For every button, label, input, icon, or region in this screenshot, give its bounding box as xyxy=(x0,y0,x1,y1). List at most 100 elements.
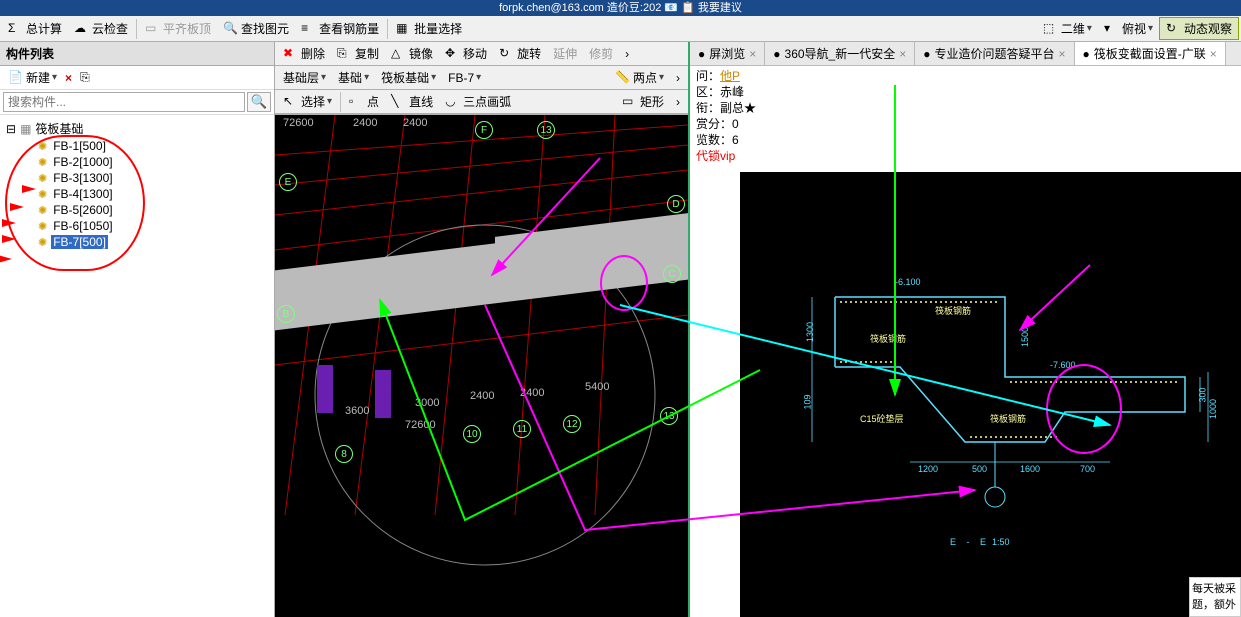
post-meta: 问：他P 区：赤峰 衔：副总★ 赏分：0 览数：6 代锁vip xyxy=(690,66,1241,166)
new-button[interactable]: 📄新建 xyxy=(4,68,61,87)
point-icon: ▫ xyxy=(349,94,365,110)
annotation-arrow xyxy=(10,203,24,211)
sigma-icon: Σ xyxy=(8,21,24,37)
rotate-button[interactable]: ↻旋转 xyxy=(493,43,547,64)
chevron-icon: › xyxy=(625,47,629,61)
minus-icon: ⊟ xyxy=(6,122,16,136)
calc-label: 总计算 xyxy=(26,20,62,37)
annotation-arrow xyxy=(22,185,36,193)
batch-select-button[interactable]: ▦批量选择 xyxy=(390,18,468,39)
tree-item[interactable]: ✺ FB-6[1050] xyxy=(6,218,268,234)
annotation-arrow xyxy=(0,255,12,263)
tree-item[interactable]: ✺ FB-3[1300] xyxy=(6,170,268,186)
move-button[interactable]: ✥移动 xyxy=(439,43,493,64)
tree-item[interactable]: ✺ FB-7[500] xyxy=(6,234,268,250)
orbit-icon: ↻ xyxy=(1166,21,1182,37)
find-elem-button[interactable]: 🔍查找图元 xyxy=(217,18,295,39)
view-rebar-button[interactable]: ≡查看钢筋量 xyxy=(295,18,385,39)
annotation-oval xyxy=(600,255,648,311)
slab-icon: ▭ xyxy=(145,21,161,37)
dynamic-observe-button[interactable]: ↻动态观察 xyxy=(1159,17,1239,40)
eye-icon: ▾ xyxy=(1104,21,1120,37)
floor-dropdown[interactable]: 基础层 xyxy=(277,67,332,88)
3d-viewport[interactable]: 72600 2400 2400 F 13 E D C B 3600 3000 2… xyxy=(275,115,688,617)
rect-button[interactable]: ▭矩形 xyxy=(616,91,670,112)
cloud-icon: ☁ xyxy=(74,21,90,37)
sub-dropdown[interactable]: 筏板基础 xyxy=(375,67,442,88)
copy-button[interactable]: ⎘ xyxy=(76,69,94,86)
search-go-button[interactable]: 🔍 xyxy=(247,92,271,112)
component-icon: ✺ xyxy=(38,220,47,233)
component-tree[interactable]: ⊟ ▦ 筏板基础 ✺FB-1[500]✺FB-2[1000]✺FB-3[1300… xyxy=(0,115,274,254)
close-icon: × xyxy=(65,71,72,85)
component-icon: ✺ xyxy=(38,172,47,185)
new-icon: 📄 xyxy=(8,70,24,86)
close-icon[interactable]: × xyxy=(749,47,756,61)
panel-toolbar: 📄新建 × ⎘ xyxy=(0,66,274,90)
cursor-icon: ↖ xyxy=(283,94,299,110)
browser-tab[interactable]: ●专业造价问题答疑平台× xyxy=(915,42,1074,65)
annotation-arrow xyxy=(2,235,16,243)
tree-item[interactable]: ✺FB-2[1000] xyxy=(6,154,268,170)
browser-tab[interactable]: ●屏浏览× xyxy=(690,42,765,65)
close-icon[interactable]: × xyxy=(1210,47,1217,61)
tree-root[interactable]: ⊟ ▦ 筏板基础 xyxy=(6,119,268,138)
panel-title: 构件列表 xyxy=(0,42,274,66)
more-button[interactable]: › xyxy=(619,45,635,63)
copy-button[interactable]: ⎘复制 xyxy=(331,43,385,64)
tree-item-label: FB-1[500] xyxy=(51,139,108,153)
tab-label: 专业造价问题答疑平台 xyxy=(935,45,1055,62)
tree-item[interactable]: ✺FB-5[2600] xyxy=(6,202,268,218)
view-angle-dropdown[interactable]: ▾俯视 xyxy=(1098,18,1159,39)
more-button[interactable]: › xyxy=(670,69,686,87)
view3d-dropdown[interactable]: ⬚二维 xyxy=(1037,18,1098,39)
mirror-button[interactable]: △镜像 xyxy=(385,43,439,64)
select-button[interactable]: ↖选择 xyxy=(277,91,338,112)
flat-slab-button[interactable]: ▭平齐板顶 xyxy=(139,18,217,39)
grid-icon: ▦ xyxy=(20,122,31,136)
tree-item[interactable]: ✺FB-1[500] xyxy=(6,138,268,154)
ruler-icon: 📏 xyxy=(615,70,631,86)
tab-label: 筏板变截面设置-广联 xyxy=(1094,45,1206,62)
component-icon: ✺ xyxy=(38,236,47,249)
tab-label: 360导航_新一代安全 xyxy=(785,45,896,62)
del-button[interactable]: ✖删除 xyxy=(277,43,331,64)
favicon-icon: ● xyxy=(773,47,780,61)
extend-button[interactable]: 延伸 xyxy=(547,43,583,64)
component-icon: ✺ xyxy=(38,156,47,169)
line-button[interactable]: ╲直线 xyxy=(385,91,439,112)
browser-tab[interactable]: ● 360导航_新一代安全× xyxy=(765,42,915,65)
user-link[interactable]: 他P xyxy=(720,69,740,83)
tree-item-label: FB-7[500] xyxy=(51,235,108,249)
tree-item-label: FB-3[1300] xyxy=(51,171,114,185)
column-solid xyxy=(317,365,333,413)
favicon-icon: ● xyxy=(698,47,705,61)
mode-dropdown[interactable]: 📏两点 xyxy=(609,67,670,88)
tree-root-label: 筏板基础 xyxy=(35,120,83,137)
browser-tab[interactable]: ●筏板变截面设置-广联× xyxy=(1075,42,1226,65)
close-icon[interactable]: × xyxy=(1059,47,1066,61)
rotate-icon: ↻ xyxy=(499,46,515,62)
calc-button[interactable]: Σ总计算 xyxy=(2,18,68,39)
browser-tabs: ●屏浏览×●360导航_新一代安全×●专业造价问题答疑平台×●筏板变截面设置-广… xyxy=(690,42,1241,66)
search-icon: 🔍 xyxy=(223,21,239,37)
tree-item-label: FB-6[1050] xyxy=(51,219,114,233)
trim-button[interactable]: 修剪 xyxy=(583,43,619,64)
item-dropdown[interactable]: FB-7 xyxy=(442,69,487,87)
copy-icon: ⎘ xyxy=(80,70,90,85)
tree-item[interactable]: ✺ FB-4[1300] xyxy=(6,186,268,202)
tree-item-label: FB-4[1300] xyxy=(51,187,114,201)
point-button[interactable]: ▫点 xyxy=(343,91,385,112)
search-input[interactable] xyxy=(3,92,245,112)
type-dropdown[interactable]: 基础 xyxy=(332,67,375,88)
section-drawing: -6.100 -7.600 筏板钢筋 筏板钢筋 筏板钢筋 C15砼垫层 1300… xyxy=(740,172,1241,617)
move-icon: ✥ xyxy=(445,46,461,62)
delete-button[interactable]: × xyxy=(61,70,76,86)
close-icon[interactable]: × xyxy=(899,47,906,61)
arc-button[interactable]: ◡三点画弧 xyxy=(439,91,517,112)
component-icon: ✺ xyxy=(38,188,47,201)
cloud-check-button[interactable]: ☁云检查 xyxy=(68,18,134,39)
x-icon: ✖ xyxy=(283,46,299,62)
more-button[interactable]: › xyxy=(670,93,686,111)
annotation-oval xyxy=(1046,364,1122,454)
